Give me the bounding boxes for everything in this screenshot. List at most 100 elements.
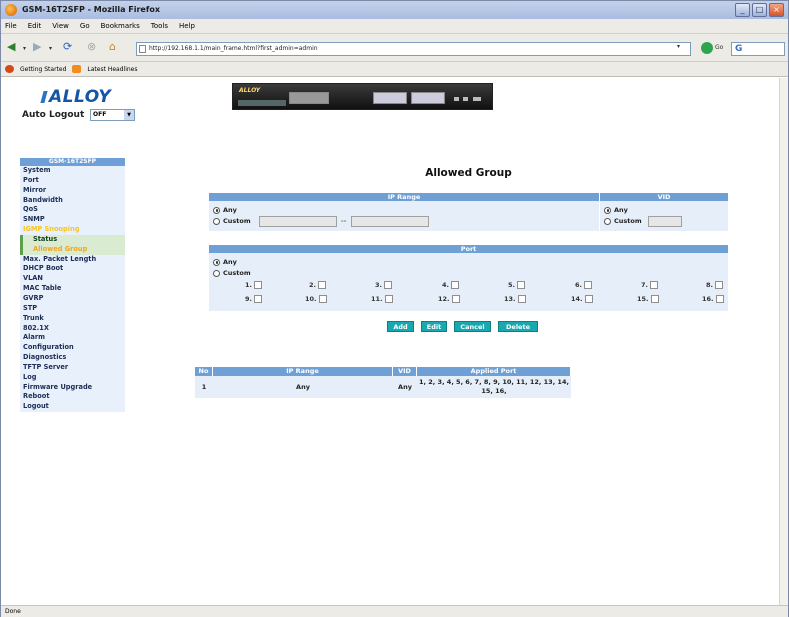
col-ip-range: IP Range bbox=[213, 367, 393, 376]
sidebar-item-alarm[interactable]: Alarm bbox=[20, 333, 125, 343]
port-checkbox[interactable] bbox=[517, 295, 526, 303]
edit-button[interactable]: Edit bbox=[421, 321, 447, 332]
sidebar-item-mirror[interactable]: Mirror bbox=[20, 186, 125, 196]
ip-range-end-field[interactable] bbox=[351, 216, 429, 227]
window-title: GSM-16T2SFP - Mozilla Firefox bbox=[22, 5, 160, 14]
sidebar-item-system[interactable]: System bbox=[20, 166, 125, 176]
sidebar-item-log[interactable]: Log bbox=[20, 373, 125, 383]
browser-window: GSM-16T2SFP - Mozilla Firefox _ □ × File… bbox=[0, 0, 789, 617]
sidebar-item-reboot[interactable]: Reboot bbox=[20, 392, 125, 402]
port-header: Port bbox=[209, 245, 728, 253]
auto-logout-select[interactable]: OFF ▼ bbox=[90, 109, 135, 121]
port-checkbox[interactable] bbox=[254, 295, 262, 303]
vid-any-radio[interactable]: Any bbox=[604, 206, 628, 214]
port-label: 6. bbox=[575, 281, 582, 289]
back-dropdown-icon[interactable]: ▾ bbox=[23, 45, 26, 52]
minimize-button[interactable]: _ bbox=[735, 3, 750, 17]
menu-go[interactable]: Go bbox=[80, 22, 90, 30]
sidebar-item-8021x[interactable]: 802.1X bbox=[20, 324, 125, 334]
port-checkbox[interactable] bbox=[318, 295, 327, 303]
port-checkbox[interactable] bbox=[451, 281, 459, 289]
menu-file[interactable]: File bbox=[5, 22, 17, 30]
sidebar-item-allowed-group[interactable]: Allowed Group bbox=[23, 245, 125, 255]
sidebar-item-configuration[interactable]: Configuration bbox=[20, 343, 125, 353]
sidebar-item-dhcp-boot[interactable]: DHCP Boot bbox=[20, 264, 125, 274]
back-icon[interactable]: ◀ bbox=[7, 40, 15, 53]
ip-range-any-radio[interactable]: Any bbox=[213, 206, 237, 214]
port-checkbox[interactable] bbox=[384, 281, 392, 289]
sidebar-item-firmware-upgrade[interactable]: Firmware Upgrade bbox=[20, 383, 125, 393]
vertical-scrollbar[interactable] bbox=[779, 78, 788, 605]
port-checkbox[interactable] bbox=[584, 281, 592, 289]
cancel-button[interactable]: Cancel bbox=[454, 321, 491, 332]
port-checkbox[interactable] bbox=[384, 295, 393, 303]
logo-mark bbox=[40, 91, 48, 103]
vid-custom-radio[interactable]: Custom bbox=[604, 217, 642, 225]
port-label: 10. bbox=[305, 295, 317, 303]
sidebar-item-qos[interactable]: QoS bbox=[20, 205, 125, 215]
add-button[interactable]: Add bbox=[387, 321, 414, 332]
delete-button[interactable]: Delete bbox=[498, 321, 538, 332]
sidebar-item-max-packet-length[interactable]: Max. Packet Length bbox=[20, 255, 125, 265]
vid-header: VID bbox=[600, 193, 728, 201]
radio-unselected-icon bbox=[213, 217, 220, 225]
address-bar[interactable]: http://192.168.1.1/main_frame.html?first… bbox=[136, 42, 691, 56]
port-label: 14. bbox=[571, 295, 583, 303]
sidebar-item-trunk[interactable]: Trunk bbox=[20, 314, 125, 324]
radio-selected-icon bbox=[213, 258, 220, 266]
bookmark-latest-headlines[interactable]: Latest Headlines bbox=[87, 66, 137, 73]
sidebar-item-port[interactable]: Port bbox=[20, 176, 125, 186]
port-checkbox[interactable] bbox=[650, 295, 659, 303]
stop-icon[interactable]: ⊗ bbox=[87, 40, 96, 53]
search-box[interactable]: G bbox=[731, 42, 785, 56]
table-row[interactable]: 1 Any Any 1, 2, 3, 4, 5, 6, 7, 8, 9, 10,… bbox=[195, 376, 571, 398]
vid-custom-field[interactable] bbox=[648, 216, 682, 227]
port-any-radio[interactable]: Any bbox=[213, 258, 237, 266]
sidebar-item-logout[interactable]: Logout bbox=[20, 402, 125, 412]
close-button[interactable]: × bbox=[769, 3, 784, 17]
port-5: 5. bbox=[508, 281, 525, 289]
menu-tools[interactable]: Tools bbox=[151, 22, 168, 30]
sidebar-item-snmp[interactable]: SNMP bbox=[20, 215, 125, 225]
ip-range-custom-radio[interactable]: Custom bbox=[213, 217, 251, 225]
ip-range-start-field[interactable] bbox=[259, 216, 337, 227]
sidebar-item-tftp-server[interactable]: TFTP Server bbox=[20, 363, 125, 373]
sidebar-item-mac-table[interactable]: MAC Table bbox=[20, 284, 125, 294]
port-custom-radio[interactable]: Custom bbox=[213, 269, 251, 277]
col-applied-port: Applied Port bbox=[417, 367, 571, 376]
port-9: 9. bbox=[245, 295, 262, 303]
port-checkbox[interactable] bbox=[715, 281, 723, 289]
menu-bar: File Edit View Go Bookmarks Tools Help bbox=[1, 19, 788, 34]
menu-edit[interactable]: Edit bbox=[28, 22, 42, 30]
sidebar-item-gvrp[interactable]: GVRP bbox=[20, 294, 125, 304]
port-checkbox[interactable] bbox=[584, 295, 593, 303]
sidebar-item-status[interactable]: Status bbox=[23, 235, 125, 245]
menu-bookmarks[interactable]: Bookmarks bbox=[101, 22, 140, 30]
bookmark-getting-started[interactable]: Getting Started bbox=[20, 66, 66, 73]
sidebar-item-diagnostics[interactable]: Diagnostics bbox=[20, 353, 125, 363]
sidebar-item-bandwidth[interactable]: Bandwidth bbox=[20, 196, 125, 206]
forward-dropdown-icon[interactable]: ▾ bbox=[49, 45, 52, 52]
port-checkbox[interactable] bbox=[517, 281, 525, 289]
menu-view[interactable]: View bbox=[52, 22, 69, 30]
port-label: 4. bbox=[442, 281, 449, 289]
search-engine-icon: G bbox=[735, 44, 743, 54]
reload-icon[interactable]: ⟳ bbox=[63, 40, 72, 53]
port-11: 11. bbox=[371, 295, 393, 303]
sidebar-item-vlan[interactable]: VLAN bbox=[20, 274, 125, 284]
forward-icon[interactable]: ▶ bbox=[33, 40, 41, 53]
sidebar-item-igmp-snooping[interactable]: IGMP Snooping bbox=[20, 225, 125, 235]
port-checkbox[interactable] bbox=[318, 281, 326, 289]
port-checkbox[interactable] bbox=[715, 295, 724, 303]
port-checkbox[interactable] bbox=[254, 281, 262, 289]
menu-help[interactable]: Help bbox=[179, 22, 195, 30]
sidebar-item-stp[interactable]: STP bbox=[20, 304, 125, 314]
go-icon[interactable] bbox=[701, 42, 713, 54]
home-icon[interactable]: ⌂ bbox=[109, 40, 116, 53]
auto-logout-value: OFF bbox=[93, 111, 107, 118]
port-checkbox[interactable] bbox=[650, 281, 658, 289]
go-label[interactable]: Go bbox=[715, 44, 723, 51]
address-dropdown-icon[interactable]: ▾ bbox=[677, 43, 680, 50]
port-checkbox[interactable] bbox=[451, 295, 460, 303]
maximize-button[interactable]: □ bbox=[752, 3, 767, 17]
